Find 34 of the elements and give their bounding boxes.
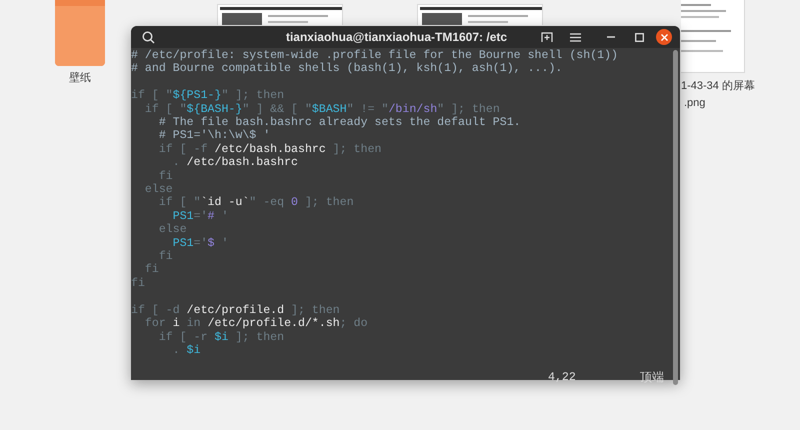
code-line: for i in /etc/profile.d/*.sh; do	[144, 317, 368, 330]
new-tab-icon	[541, 32, 553, 42]
code-line: if [ -f /etc/bash.bashrc ]; then	[158, 142, 382, 156]
code-line: if [ "${PS1-}" ]; then	[131, 89, 284, 103]
code-line: fi	[131, 276, 145, 290]
search-icon	[142, 30, 154, 44]
window-title: tianxiaohua@tianxiaohua-TM1607: /etc	[284, 29, 508, 46]
minimize-icon	[607, 36, 615, 38]
file-name: .png	[683, 96, 706, 111]
code-line: PS1='$ '	[172, 236, 228, 250]
code-line: fi	[158, 250, 173, 264]
code-line: if [ "`id -u`" -eq 0 ]; then	[158, 196, 354, 210]
code-line: if [ -d /etc/profile.d ]; then	[131, 304, 340, 318]
code-line: fi	[144, 263, 159, 277]
scroll-position: 顶端	[640, 370, 664, 384]
file-name: 1-43-34 的屏幕	[681, 79, 755, 94]
maximize-icon	[634, 32, 644, 42]
code-line: if [ "${BASH-}" ] && [ "$BASH" != "/bin/sh" ]; then	[144, 102, 500, 116]
code-line: else	[144, 183, 173, 196]
file-name: 壁纸	[69, 70, 91, 86]
code-line: # /etc/profile: system-wide .profile file for the Bourne shell (sh(1))	[131, 49, 618, 62]
code-line: PS1='# '	[172, 210, 228, 224]
scrollbar[interactable]	[673, 50, 678, 386]
close-button[interactable]	[656, 29, 672, 45]
code-line: . $i	[172, 344, 201, 358]
code-line: . /etc/bash.bashrc	[172, 156, 298, 170]
code-line: # PS1='\h:\w\$ '	[158, 129, 270, 143]
code-line: # The file bash.bashrc already sets the default PS1.	[158, 116, 521, 130]
code-line: # and Bourne compatible shells (bash(1), ksh(1), ash(1), ...).	[131, 62, 562, 76]
code-line: fi	[158, 170, 173, 184]
code-line: else	[158, 223, 187, 237]
menu-icon	[570, 32, 580, 42]
code-line: if [ -r $i ]; then	[158, 330, 284, 344]
close-icon	[660, 34, 668, 40]
